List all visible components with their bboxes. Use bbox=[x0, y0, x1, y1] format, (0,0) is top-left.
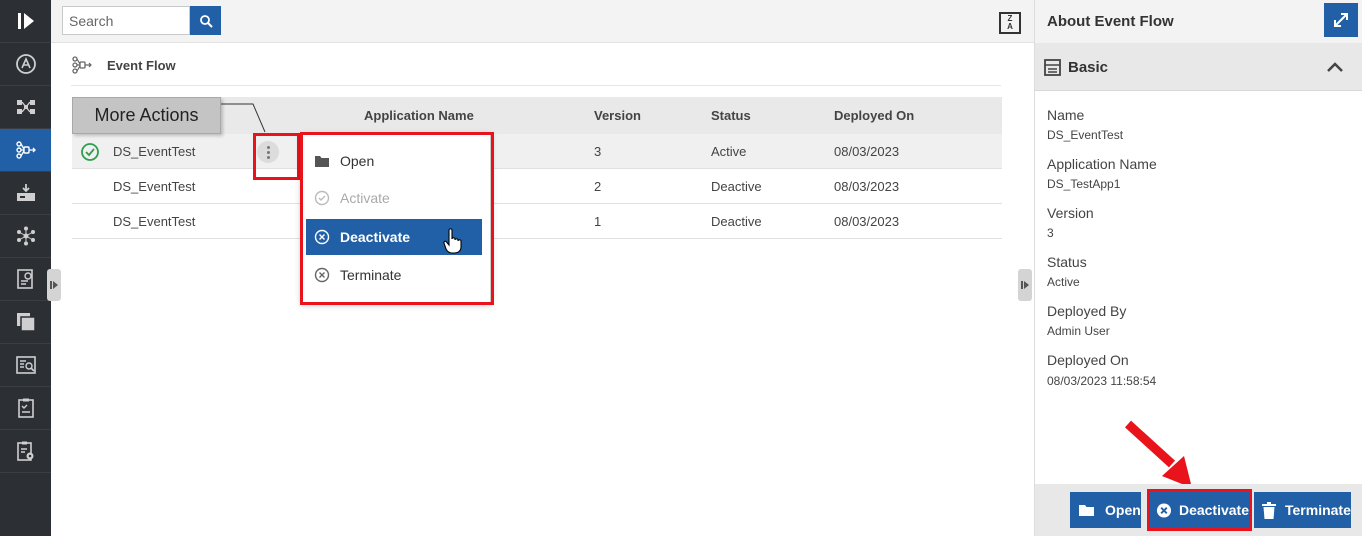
field-value-application-name: DS_TestApp1 bbox=[1047, 177, 1121, 191]
col-deployed-on[interactable]: Deployed On bbox=[834, 108, 914, 123]
cell-deployed-on: 08/03/2023 bbox=[834, 214, 900, 229]
cell-name: DS_EventTest bbox=[113, 144, 196, 159]
nav-log-search-icon[interactable] bbox=[0, 344, 51, 387]
col-version[interactable]: Version bbox=[594, 108, 641, 123]
col-status[interactable]: Status bbox=[711, 108, 751, 123]
annotation-arrow bbox=[1124, 420, 1192, 488]
x-circle-icon bbox=[314, 267, 330, 283]
hand-cursor-icon bbox=[443, 228, 462, 254]
nav-checklist-icon[interactable] bbox=[0, 387, 51, 430]
logo-play-icon[interactable] bbox=[0, 0, 51, 43]
menu-item-open[interactable]: Open bbox=[306, 143, 482, 179]
check-circle-icon bbox=[314, 190, 330, 206]
open-button[interactable]: Open bbox=[1070, 492, 1141, 528]
nav-event-flow-icon[interactable] bbox=[0, 129, 51, 172]
left-collapse-handle[interactable] bbox=[47, 269, 61, 301]
tooltip-leader-line bbox=[221, 103, 266, 133]
field-label-deployed-by: Deployed By bbox=[1047, 303, 1127, 319]
collapse-arrow-icon bbox=[50, 281, 58, 289]
menu-item-activate[interactable]: Activate bbox=[306, 180, 482, 216]
folder-icon bbox=[1079, 504, 1094, 516]
chevron-up-icon[interactable] bbox=[1326, 61, 1344, 73]
section-title: Basic bbox=[1068, 59, 1109, 76]
x-circle-icon bbox=[314, 229, 330, 245]
nav-rail bbox=[0, 0, 51, 536]
cell-deployed-on: 08/03/2023 bbox=[834, 144, 900, 159]
nav-deploy-icon[interactable] bbox=[0, 172, 51, 215]
field-label-status: Status bbox=[1047, 254, 1087, 270]
expand-button[interactable] bbox=[1324, 3, 1358, 37]
deactivate-button[interactable]: Deactivate bbox=[1148, 492, 1249, 528]
field-label-version: Version bbox=[1047, 205, 1094, 221]
right-collapse-handle[interactable] bbox=[1018, 269, 1032, 301]
divider bbox=[71, 85, 1001, 86]
page-title: Event Flow bbox=[107, 57, 176, 73]
field-value-version: 3 bbox=[1047, 226, 1054, 240]
cell-version: 1 bbox=[594, 214, 602, 229]
field-value-deployed-by: Admin User bbox=[1047, 324, 1110, 338]
cell-status: Active bbox=[711, 144, 747, 159]
nav-copy-icon[interactable] bbox=[0, 301, 51, 344]
main-content: ZA Event Flow Application Name Version S… bbox=[47, 0, 1034, 536]
col-application-name[interactable]: Application Name bbox=[364, 108, 474, 123]
search-button[interactable] bbox=[190, 6, 221, 35]
cell-name: DS_EventTest bbox=[113, 214, 196, 229]
section-basic[interactable]: Basic bbox=[1035, 43, 1362, 91]
active-check-icon bbox=[81, 143, 99, 161]
cell-name: DS_EventTest bbox=[113, 179, 196, 194]
nav-topology-icon[interactable] bbox=[0, 86, 51, 129]
table-row[interactable]: DS_EventTest 2 Deactive 08/03/2023 bbox=[72, 169, 1002, 204]
nav-home-icon[interactable] bbox=[0, 43, 51, 86]
form-icon bbox=[1044, 59, 1061, 76]
cell-version: 2 bbox=[594, 179, 602, 194]
field-value-status: Active bbox=[1047, 275, 1080, 289]
nav-cluster-icon[interactable] bbox=[0, 215, 51, 258]
cell-status: Deactive bbox=[711, 214, 762, 229]
terminate-button[interactable]: Terminate bbox=[1254, 492, 1351, 528]
table-row[interactable]: DS_EventTest 1 Deactive 08/03/2023 bbox=[72, 204, 1002, 239]
trash-icon bbox=[1262, 501, 1276, 519]
nav-certificate-icon[interactable] bbox=[0, 258, 51, 301]
field-label-deployed-on: Deployed On bbox=[1047, 352, 1129, 368]
cell-status: Deactive bbox=[711, 179, 762, 194]
menu-item-terminate[interactable]: Terminate bbox=[306, 257, 482, 293]
nav-task-settings-icon[interactable] bbox=[0, 430, 51, 473]
expand-icon bbox=[1334, 13, 1348, 27]
field-label-name: Name bbox=[1047, 107, 1085, 123]
cell-version: 3 bbox=[594, 144, 602, 159]
actions-menu: Open Activate Deactivate Terminate bbox=[301, 133, 491, 303]
field-label-application-name: Application Name bbox=[1047, 156, 1157, 172]
collapse-arrow-icon bbox=[1021, 281, 1029, 289]
folder-icon bbox=[315, 156, 329, 167]
more-actions-tooltip: More Actions bbox=[72, 97, 221, 134]
x-circle-icon bbox=[1156, 502, 1172, 518]
field-value-deployed-on: 08/03/2023 11:58:54 bbox=[1047, 374, 1157, 388]
toolbar: ZA bbox=[51, 0, 1034, 43]
details-panel: About Event Flow Basic Name DS_EventTest… bbox=[1034, 0, 1362, 536]
breadcrumb: Event Flow bbox=[71, 54, 176, 76]
event-flow-icon bbox=[72, 56, 92, 74]
sort-za-icon[interactable]: ZA bbox=[999, 12, 1021, 34]
panel-title: About Event Flow bbox=[1047, 13, 1174, 30]
panel-footer: Open Deactivate Terminate bbox=[1035, 484, 1362, 536]
search-icon bbox=[199, 14, 213, 28]
more-actions-button[interactable] bbox=[257, 141, 279, 163]
panel-header: About Event Flow bbox=[1035, 0, 1362, 43]
cell-deployed-on: 08/03/2023 bbox=[834, 179, 900, 194]
search-input[interactable] bbox=[62, 6, 190, 35]
table-row[interactable]: DS_EventTest 3 Active 08/03/2023 bbox=[72, 134, 1002, 169]
field-value-name: DS_EventTest bbox=[1047, 128, 1124, 142]
